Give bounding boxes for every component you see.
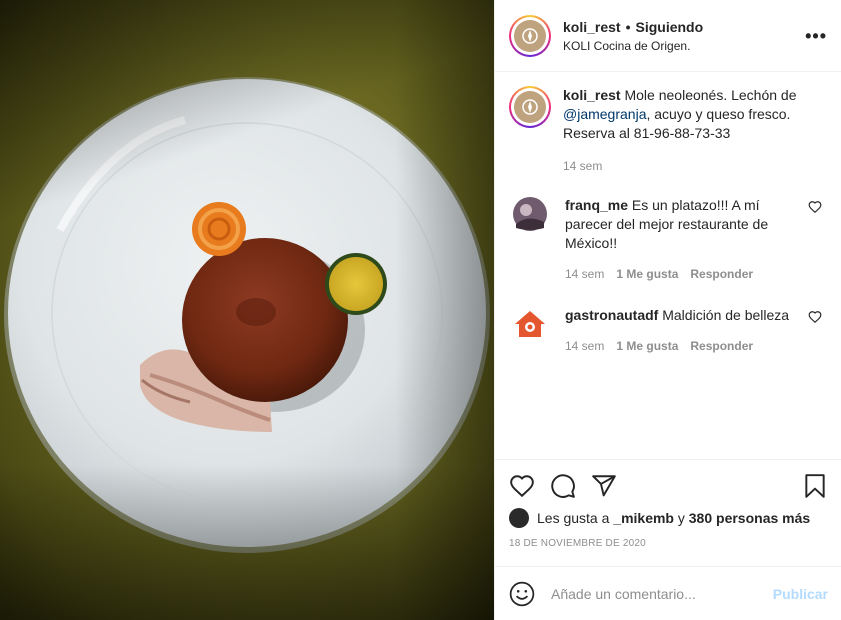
liker-username[interactable]: _mikemb xyxy=(613,510,674,526)
koli-logo-icon xyxy=(522,27,538,44)
header-separator: • xyxy=(625,18,631,35)
caption-time[interactable]: 14 sem xyxy=(563,157,602,176)
post-actions-section: Les gusta a _mikemb y 380 personas más 1… xyxy=(495,459,841,564)
add-comment-bar: Publicar xyxy=(495,566,841,620)
follow-button[interactable]: Siguiendo xyxy=(636,19,704,35)
emoji-icon[interactable] xyxy=(509,581,535,607)
heart-icon[interactable] xyxy=(509,473,535,499)
post-location[interactable]: KOLI Cocina de Origen. xyxy=(563,39,703,53)
author-avatar[interactable] xyxy=(509,14,551,57)
comment-heart-icon[interactable] xyxy=(808,200,822,214)
bookmark-icon[interactable] xyxy=(802,473,828,499)
comment-icon[interactable] xyxy=(550,473,576,499)
caption-text-start: Mole neoleonés. Lechón de xyxy=(624,87,797,103)
caption-username[interactable]: koli_rest xyxy=(563,87,621,103)
comment-row: franq_me Es un platazo!!! A mí parecer d… xyxy=(509,196,828,284)
likes-prefix: Les gusta a xyxy=(537,510,610,526)
comment-row: gastronautadf Maldición de belleza 14 se… xyxy=(509,306,828,356)
post-header: koli_rest • Siguiendo KOLI Cocina de Ori… xyxy=(495,0,841,72)
commenter-avatar[interactable] xyxy=(512,306,548,342)
comment-likes[interactable]: 1 Me gusta xyxy=(616,337,678,356)
koli-logo-icon xyxy=(522,99,538,115)
post-date[interactable]: 18 DE NOVIEMBRE DE 2020 xyxy=(509,538,828,549)
reply-button[interactable]: Responder xyxy=(690,337,753,356)
author-username[interactable]: koli_rest xyxy=(563,19,621,35)
caption-row: koli_rest Mole neoleonés. Lechón de @jam… xyxy=(509,86,828,176)
comment-username[interactable]: gastronautadf xyxy=(565,307,658,323)
caption-avatar[interactable] xyxy=(509,86,551,128)
comments-section[interactable]: koli_rest Mole neoleonés. Lechón de @jam… xyxy=(495,86,841,458)
reply-button[interactable]: Responder xyxy=(690,265,753,284)
post-panel: koli_rest • Siguiendo KOLI Cocina de Ori… xyxy=(494,0,841,620)
post-photo[interactable] xyxy=(0,0,494,620)
comment-time[interactable]: 14 sem xyxy=(565,337,604,356)
comment-text: Maldición de belleza xyxy=(662,307,790,323)
comment-likes[interactable]: 1 Me gusta xyxy=(616,265,678,284)
likes-count[interactable]: 380 personas más xyxy=(689,510,810,526)
caption-mention[interactable]: @jamegranja xyxy=(563,106,646,122)
publish-button[interactable]: Publicar xyxy=(773,586,828,602)
comment-heart-icon[interactable] xyxy=(808,310,822,324)
share-icon[interactable] xyxy=(591,473,617,499)
action-bar xyxy=(509,460,828,512)
comment-time[interactable]: 14 sem xyxy=(565,265,604,284)
more-icon[interactable]: ••• xyxy=(805,26,827,47)
comment-input[interactable] xyxy=(551,585,756,602)
comment-username[interactable]: franq_me xyxy=(565,197,628,213)
likes-joiner: y xyxy=(677,510,685,526)
commenter-avatar[interactable] xyxy=(512,196,548,232)
